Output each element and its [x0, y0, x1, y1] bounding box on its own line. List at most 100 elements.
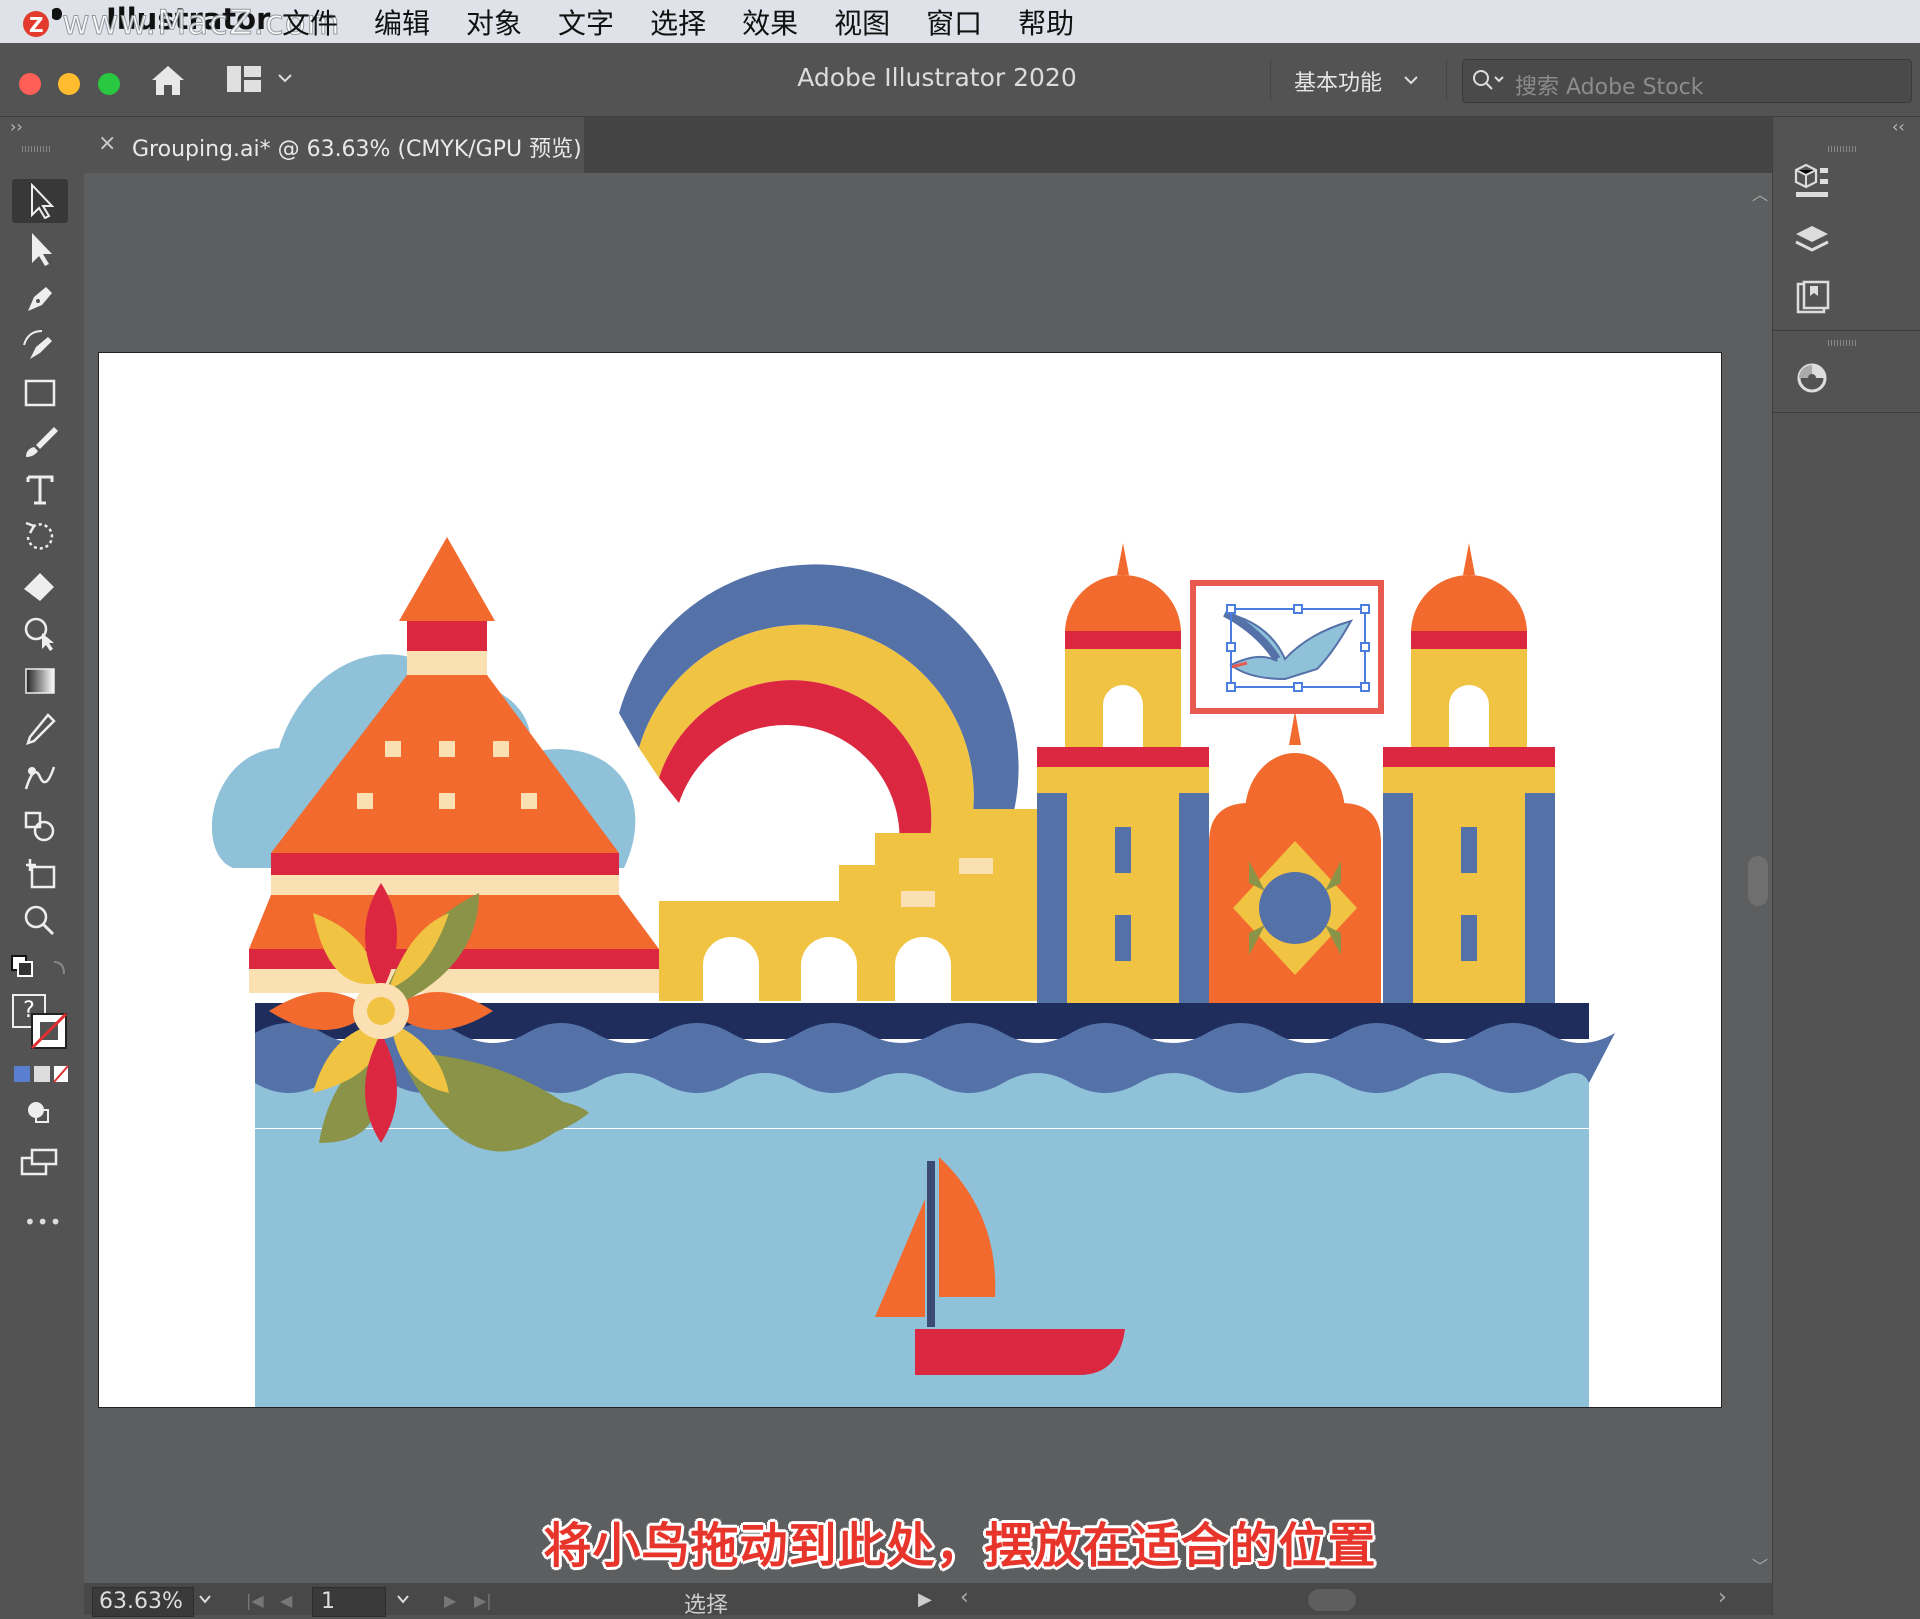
- stock-search-field[interactable]: 搜索 Adobe Stock: [1462, 59, 1912, 103]
- zoom-tool[interactable]: [12, 899, 68, 943]
- color-mode-icons[interactable]: [12, 1064, 70, 1084]
- left-tower[interactable]: [1037, 543, 1209, 1003]
- scroll-right-icon[interactable]: ›: [1718, 1585, 1727, 1610]
- window-titlebar: Adobe Illustrator 2020 基本功能 搜索 Adobe Sto…: [0, 43, 1920, 117]
- pen-icon: [28, 287, 52, 311]
- first-artboard-icon[interactable]: |◀: [246, 1591, 264, 1610]
- type-icon: [26, 475, 54, 505]
- zoom-value: 63.63%: [99, 1589, 183, 1614]
- previous-artboard-icon[interactable]: ◀: [280, 1591, 292, 1610]
- menu-help[interactable]: 帮助: [1018, 2, 1074, 42]
- rectangle-icon: [24, 379, 56, 407]
- chevron-down-icon[interactable]: [1402, 71, 1420, 89]
- search-placeholder: 搜索 Adobe Stock: [1515, 75, 1704, 100]
- menu-edit[interactable]: 编辑: [374, 2, 430, 42]
- paintbrush-tool[interactable]: [12, 419, 68, 463]
- illustration: [211, 537, 1615, 1407]
- current-tool-status[interactable]: 选择: [684, 1587, 728, 1619]
- eyedropper-tool[interactable]: [12, 707, 68, 751]
- properties-icon[interactable]: [1790, 160, 1834, 204]
- vertical-scrollbar[interactable]: ︿ ﹀: [1744, 173, 1772, 1583]
- fill-stroke-control[interactable]: ?: [10, 992, 70, 1052]
- document-tab[interactable]: × Grouping.ai* @ 63.63% (CMYK/GPU 预览): [84, 117, 584, 173]
- menu-effect[interactable]: 效果: [742, 2, 798, 42]
- screen-mode-icon[interactable]: [20, 1148, 60, 1178]
- panel-divider: [1772, 412, 1920, 413]
- vertical-scroll-thumb[interactable]: [1748, 856, 1768, 906]
- menu-window[interactable]: 窗口: [926, 2, 982, 42]
- shape-builder-tool[interactable]: [12, 611, 68, 655]
- workspace-switcher[interactable]: 基本功能: [1294, 65, 1382, 97]
- pen-tool[interactable]: [12, 275, 68, 319]
- chevron-down-icon[interactable]: [396, 1593, 410, 1605]
- rotate-tool[interactable]: [12, 515, 68, 559]
- swap-colors-icon[interactable]: [8, 952, 72, 986]
- collapse-panel-icon[interactable]: ‹‹: [1892, 117, 1905, 136]
- menu-select[interactable]: 选择: [650, 2, 706, 42]
- status-bar: 63.63% |◀ ◀ 1 ▶ ▶| 选择 ▶ ‹ ›: [84, 1583, 1772, 1618]
- blend-icon: [24, 766, 56, 790]
- panel-grip[interactable]: [1828, 340, 1858, 346]
- next-artboard-icon[interactable]: ▶: [444, 1591, 456, 1610]
- status-menu-icon[interactable]: ▶: [918, 1589, 932, 1610]
- divider: [1270, 59, 1271, 101]
- domed-building[interactable]: [1209, 711, 1381, 1003]
- eraser-icon: [24, 573, 54, 602]
- gradient-tool[interactable]: [12, 659, 68, 703]
- rectangle-tool[interactable]: [12, 371, 68, 415]
- artboard[interactable]: [98, 352, 1722, 1408]
- tutorial-caption: 将小鸟拖动到此处，摆放在适合的位置: [543, 1518, 1377, 1574]
- stroke-none-icon[interactable]: [30, 1012, 70, 1052]
- panel-grip[interactable]: [1828, 146, 1858, 152]
- rotate-icon: [25, 521, 54, 550]
- right-tower[interactable]: [1383, 543, 1555, 1003]
- eyedropper-icon: [26, 713, 56, 745]
- panel-divider: [1772, 330, 1920, 331]
- scroll-up-icon[interactable]: ︿: [1752, 181, 1768, 205]
- seagull-bird[interactable]: [1190, 580, 1384, 714]
- direct-selection-tool[interactable]: [12, 227, 68, 271]
- menu-type[interactable]: 文字: [558, 2, 614, 42]
- aqueduct-building[interactable]: [659, 809, 1059, 1001]
- divider: [1446, 59, 1447, 101]
- symbol-sprayer-tool[interactable]: [12, 803, 68, 847]
- more-tools-icon[interactable]: •••: [24, 1210, 62, 1234]
- artboard-icon: [26, 859, 56, 889]
- zoom-level-field[interactable]: 63.63%: [92, 1587, 194, 1617]
- chevron-down-icon[interactable]: [198, 1593, 212, 1605]
- draw-mode-icon[interactable]: [24, 1098, 54, 1126]
- last-artboard-icon[interactable]: ▶|: [474, 1591, 492, 1610]
- horizontal-scrollbar[interactable]: ‹ ›: [954, 1585, 1734, 1613]
- menu-file[interactable]: 文件: [282, 2, 338, 42]
- search-icon: [1473, 70, 1504, 90]
- shape-builder-icon: [24, 617, 54, 651]
- zoom-icon: [24, 905, 55, 936]
- gradient-icon: [25, 668, 55, 694]
- panel-grip[interactable]: [22, 146, 52, 152]
- close-tab-icon[interactable]: ×: [98, 131, 116, 156]
- libraries-icon[interactable]: [1790, 276, 1834, 320]
- rainbow-shape[interactable]: [619, 564, 1019, 873]
- horizontal-scroll-thumb[interactable]: [1308, 1589, 1356, 1611]
- selection-arrow-icon: [31, 183, 55, 219]
- direct-selection-icon: [32, 233, 52, 266]
- document-tab-bar: × Grouping.ai* @ 63.63% (CMYK/GPU 预览): [84, 117, 1772, 173]
- artboard-tool[interactable]: [12, 851, 68, 895]
- symbol-sprayer-icon: [24, 811, 55, 842]
- menu-view[interactable]: 视图: [834, 2, 890, 42]
- expand-panel-icon[interactable]: ››: [10, 117, 23, 136]
- macos-menubar: Z Illustrator www.MacZ.com 文件 编辑 对象 文字 选…: [0, 0, 1920, 44]
- curvature-icon: [23, 330, 52, 359]
- eraser-tool[interactable]: [12, 563, 68, 607]
- color-themes-icon[interactable]: [1790, 356, 1834, 400]
- document-tab-label: Grouping.ai* @ 63.63% (CMYK/GPU 预览): [132, 137, 582, 162]
- blend-tool[interactable]: [12, 755, 68, 799]
- selection-tool[interactable]: [12, 179, 68, 223]
- scroll-left-icon[interactable]: ‹: [960, 1585, 969, 1610]
- layers-icon[interactable]: [1790, 220, 1834, 264]
- menu-object[interactable]: 对象: [466, 2, 522, 42]
- curvature-tool[interactable]: [12, 323, 68, 367]
- artboard-number-field[interactable]: 1: [312, 1587, 386, 1617]
- artboard-number: 1: [321, 1589, 335, 1614]
- type-tool[interactable]: [12, 467, 68, 511]
